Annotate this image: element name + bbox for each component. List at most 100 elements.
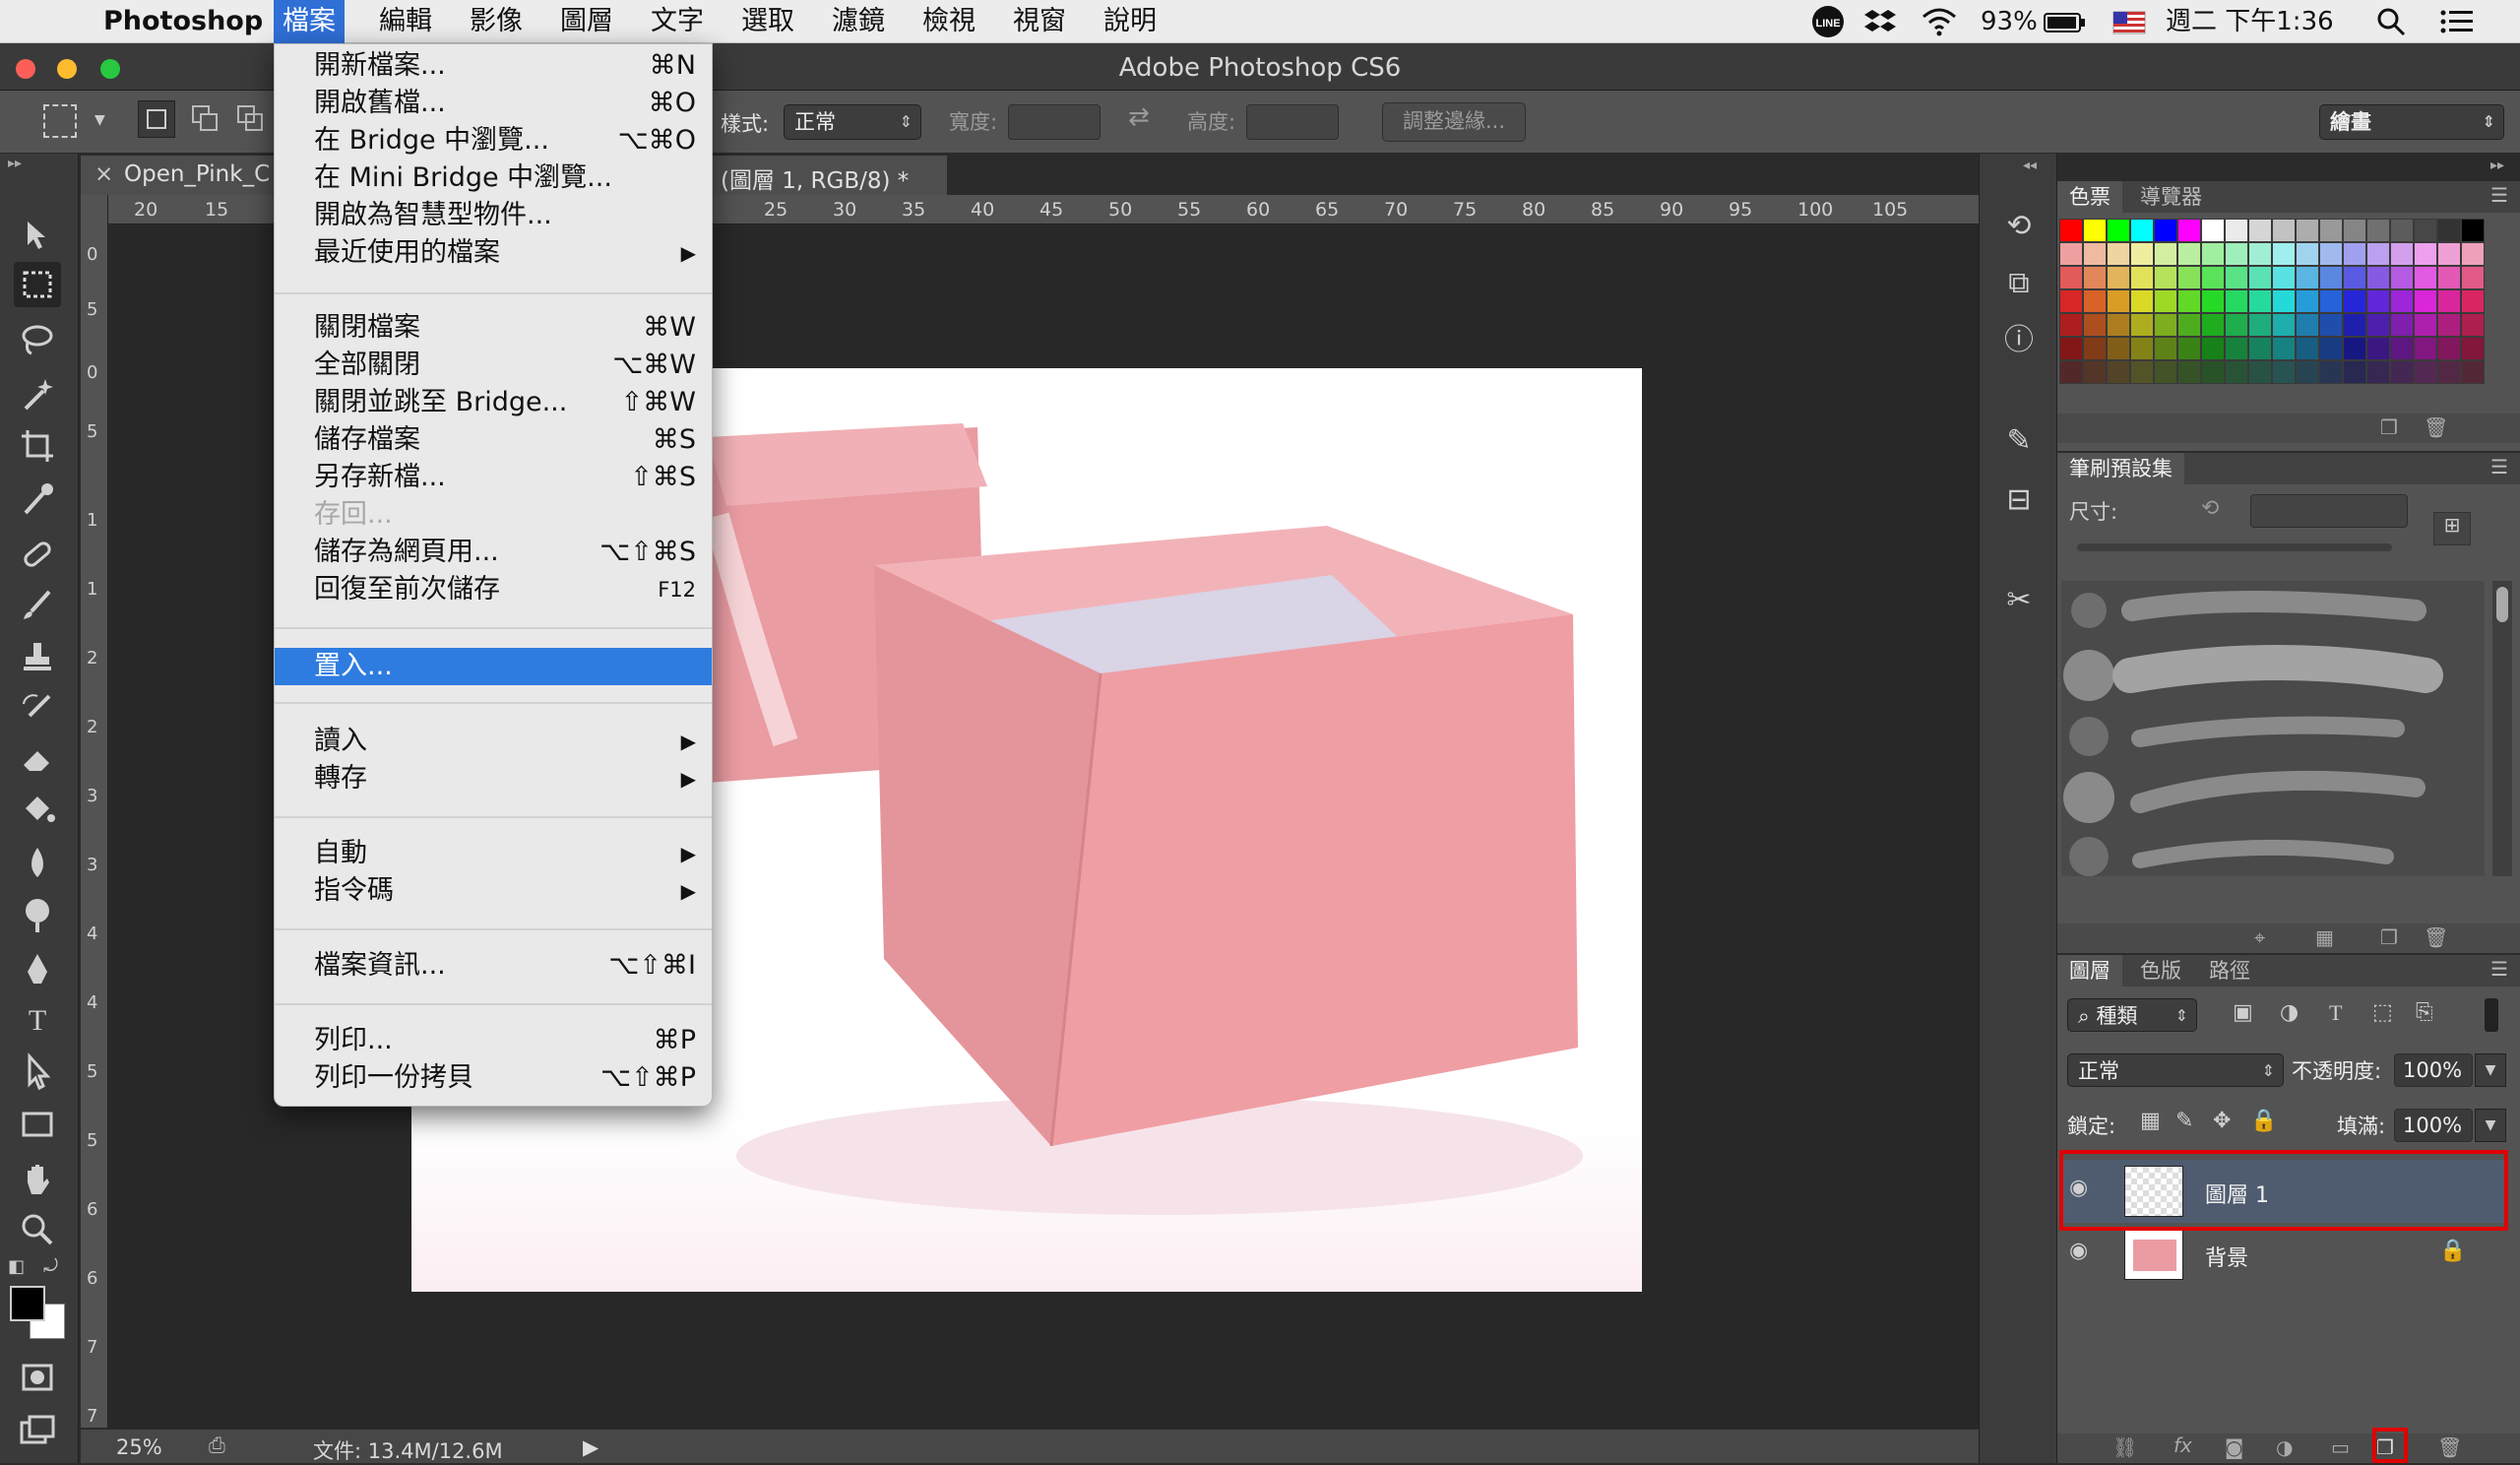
- color-swatch[interactable]: [2248, 266, 2272, 289]
- type-tool-icon[interactable]: T: [14, 998, 61, 1044]
- color-swatch[interactable]: [2343, 219, 2366, 242]
- lock-image-icon[interactable]: ✎: [2175, 1109, 2193, 1133]
- color-swatch[interactable]: [2225, 360, 2248, 384]
- color-swatch[interactable]: [2414, 266, 2437, 289]
- color-swatch[interactable]: [2437, 242, 2461, 266]
- 3d-panel-icon[interactable]: ⧉: [1997, 262, 2041, 305]
- eyedropper-tool-icon[interactable]: [14, 477, 61, 522]
- color-swatch[interactable]: [2366, 289, 2390, 313]
- color-swatch[interactable]: [2390, 360, 2414, 384]
- collapse-tools-icon[interactable]: ▸▸: [8, 156, 22, 171]
- color-swatch[interactable]: [2343, 337, 2366, 360]
- pen-tool-icon[interactable]: [14, 947, 61, 992]
- tab-layers[interactable]: 圖層: [2057, 955, 2122, 987]
- color-swatch[interactable]: [2366, 313, 2390, 337]
- magic-wand-tool-icon[interactable]: [14, 372, 61, 417]
- default-colors-icon[interactable]: ◧: [8, 1256, 25, 1277]
- color-swatch[interactable]: [2461, 337, 2485, 360]
- color-swatch[interactable]: [2414, 313, 2437, 337]
- eraser-tool-icon[interactable]: [14, 736, 61, 782]
- color-swatch[interactable]: [2272, 313, 2296, 337]
- color-swatch[interactable]: [2059, 219, 2083, 242]
- color-swatch[interactable]: [2177, 289, 2201, 313]
- menu-item-print[interactable]: 列印... ⌘P: [275, 1022, 712, 1059]
- color-swatch[interactable]: [2414, 289, 2437, 313]
- filter-toggle[interactable]: [2485, 998, 2498, 1032]
- color-swatch[interactable]: [2083, 313, 2107, 337]
- menu-item-file-info[interactable]: 檔案資訊... ⌥⇧⌘I: [275, 947, 712, 985]
- color-swatch[interactable]: [2461, 219, 2485, 242]
- menu-item-save-for-web[interactable]: 儲存為網頁用... ⌥⇧⌘S: [275, 534, 712, 571]
- color-swatch[interactable]: [2107, 337, 2130, 360]
- notification-center-icon[interactable]: [2437, 0, 2477, 43]
- color-swatch[interactable]: [2130, 219, 2154, 242]
- us-flag-icon[interactable]: [2112, 0, 2146, 43]
- menu-item-open-recent[interactable]: 最近使用的檔案 ▶: [275, 234, 712, 272]
- color-swatch[interactable]: [2107, 266, 2130, 289]
- color-swatch[interactable]: [2154, 266, 2177, 289]
- color-swatch[interactable]: [2343, 360, 2366, 384]
- color-swatch[interactable]: [2201, 219, 2225, 242]
- filter-type-icon[interactable]: T: [2329, 1000, 2342, 1026]
- menu-item-export[interactable]: 轉存 ▶: [275, 760, 712, 797]
- menu-item-browse-in-mini-bridge[interactable]: 在 Mini Bridge 中瀏覽...: [275, 159, 712, 197]
- menu-item-save[interactable]: 儲存檔案 ⌘S: [275, 421, 712, 459]
- brush-size-field[interactable]: [2250, 494, 2408, 528]
- brush-list-scrollbar[interactable]: [2492, 581, 2512, 876]
- color-swatch[interactable]: [2319, 219, 2343, 242]
- filter-pixel-icon[interactable]: ▣: [2233, 1000, 2253, 1025]
- color-swatch[interactable]: [2059, 360, 2083, 384]
- color-swatch[interactable]: [2083, 242, 2107, 266]
- color-swatch[interactable]: [2059, 242, 2083, 266]
- color-swatch[interactable]: [2177, 266, 2201, 289]
- color-swatch[interactable]: [2248, 360, 2272, 384]
- color-swatch[interactable]: [2319, 242, 2343, 266]
- color-swatch[interactable]: [2225, 337, 2248, 360]
- color-swatch[interactable]: [2272, 289, 2296, 313]
- color-swatch[interactable]: [2177, 313, 2201, 337]
- color-swatch[interactable]: [2437, 289, 2461, 313]
- info-panel-icon[interactable]: ⓘ: [1997, 319, 2041, 362]
- tab-channels[interactable]: 色版: [2128, 955, 2193, 987]
- brush-tool-icon[interactable]: [14, 583, 61, 628]
- color-swatch[interactable]: [2343, 313, 2366, 337]
- color-swatch[interactable]: [2201, 266, 2225, 289]
- color-swatch[interactable]: [2201, 313, 2225, 337]
- layer-row[interactable]: ◉ 背景 🔒: [2061, 1223, 2504, 1286]
- color-swatch[interactable]: [2059, 289, 2083, 313]
- marquee-preset-icon[interactable]: [43, 104, 77, 138]
- color-swatch[interactable]: [2177, 219, 2201, 242]
- zoom-tool-icon[interactable]: [14, 1207, 61, 1252]
- color-swatch[interactable]: [2130, 313, 2154, 337]
- menu-layer[interactable]: 圖層: [551, 0, 622, 43]
- color-swatch[interactable]: [2414, 337, 2437, 360]
- menu-item-place[interactable]: 置入...: [275, 648, 712, 685]
- color-swatch[interactable]: [2107, 219, 2130, 242]
- adjustment-layer-icon[interactable]: ◑: [2276, 1435, 2293, 1459]
- menu-view[interactable]: 檢視: [914, 0, 984, 43]
- toggle-brush-panel-icon[interactable]: ⌖: [2254, 925, 2265, 949]
- clone-source-panel-icon[interactable]: ⊟: [1997, 478, 2041, 522]
- clone-stamp-tool-icon[interactable]: [14, 634, 61, 679]
- history-brush-tool-icon[interactable]: [14, 685, 61, 731]
- menu-window[interactable]: 視窗: [1004, 0, 1075, 43]
- color-swatch[interactable]: [2107, 242, 2130, 266]
- crop-tool-icon[interactable]: [14, 423, 61, 469]
- color-swatch[interactable]: [2366, 219, 2390, 242]
- color-swatch[interactable]: [2130, 266, 2154, 289]
- color-swatch[interactable]: [2107, 289, 2130, 313]
- new-group-icon[interactable]: ▭: [2331, 1435, 2350, 1459]
- delete-brush-icon[interactable]: 🗑: [2424, 925, 2448, 949]
- healing-brush-tool-icon[interactable]: [14, 532, 61, 577]
- color-swatch[interactable]: [2083, 360, 2107, 384]
- swatch-grid[interactable]: [2059, 219, 2488, 384]
- menu-item-save-as[interactable]: 另存新檔... ⇧⌘S: [275, 459, 712, 496]
- menu-select[interactable]: 選取: [732, 0, 803, 43]
- color-swatch[interactable]: [2225, 266, 2248, 289]
- reset-size-icon[interactable]: ⟲: [2201, 496, 2219, 521]
- color-swatch[interactable]: [2296, 219, 2319, 242]
- color-swatch[interactable]: [2225, 313, 2248, 337]
- menu-item-browse-in-bridge[interactable]: 在 Bridge 中瀏覽... ⌥⌘O: [275, 122, 712, 159]
- color-swatch[interactable]: [2296, 337, 2319, 360]
- height-input[interactable]: [1246, 104, 1339, 140]
